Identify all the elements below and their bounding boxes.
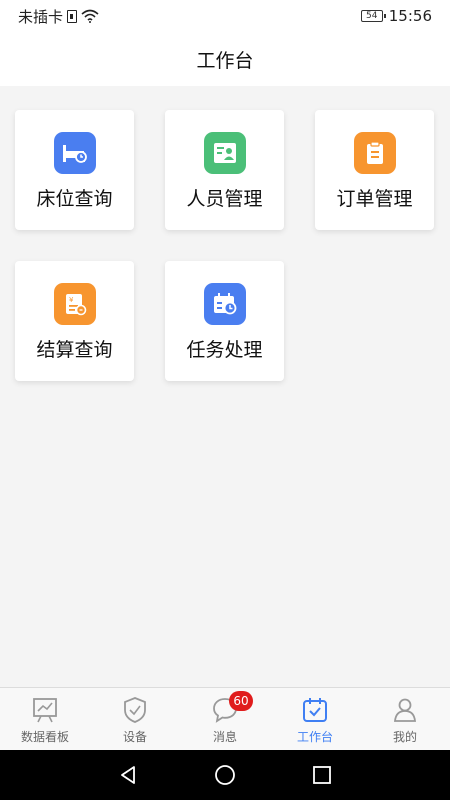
nav-item-workbench[interactable]: 工作台 — [270, 688, 360, 750]
home-icon[interactable] — [205, 755, 245, 795]
nav-item-devices[interactable]: 设备 — [90, 688, 180, 750]
wifi-icon — [81, 9, 99, 23]
unread-badge: 60 — [229, 691, 253, 711]
card-label: 人员管理 — [186, 188, 263, 210]
svg-text:¥: ¥ — [69, 296, 74, 304]
card-settlement-query[interactable]: ¥ 结算查询 — [15, 261, 134, 381]
nav-label: 设备 — [122, 730, 147, 744]
nav-label: 消息 — [212, 730, 237, 744]
user-icon — [390, 695, 420, 725]
clock: 15:56 — [388, 7, 432, 25]
nav-item-messages[interactable]: 60 消息 — [180, 688, 270, 750]
status-bar: 未插卡 54 15:56 — [0, 0, 450, 32]
bed-icon — [53, 132, 96, 174]
nav-label: 工作台 — [296, 730, 333, 744]
carrier-text: 未插卡 — [18, 7, 64, 26]
card-label: 订单管理 — [336, 188, 413, 210]
nav-label: 我的 — [392, 730, 417, 744]
nav-label: 数据看板 — [20, 730, 69, 744]
card-label: 结算查询 — [36, 339, 113, 361]
nav-item-profile[interactable]: 我的 — [360, 688, 450, 750]
bottom-nav: 数据看板 设备 60 消息 工作台 我的 — [0, 687, 450, 750]
person-card-icon — [203, 132, 246, 174]
nav-item-dashboard[interactable]: 数据看板 — [0, 688, 90, 750]
bill-icon: ¥ — [53, 283, 96, 325]
card-label: 任务处理 — [186, 339, 263, 361]
sim-card-icon — [67, 9, 78, 23]
status-left: 未插卡 — [18, 6, 99, 27]
status-right: 54 15:56 — [360, 7, 432, 25]
card-task-processing[interactable]: 任务处理 — [165, 261, 284, 381]
battery-icon: 54 — [360, 10, 386, 22]
header: 工作台 — [0, 32, 450, 86]
battery-level: 54 — [366, 11, 378, 21]
calendar-check-icon — [300, 695, 330, 725]
back-icon[interactable] — [108, 755, 148, 795]
recents-icon[interactable] — [302, 755, 342, 795]
card-order-management[interactable]: 订单管理 — [315, 110, 434, 230]
page-title: 工作台 — [196, 49, 254, 72]
shield-check-icon — [120, 695, 150, 725]
calendar-clock-icon — [203, 283, 246, 325]
card-label: 床位查询 — [36, 188, 113, 210]
card-staff-management[interactable]: 人员管理 — [165, 110, 284, 230]
card-bed-query[interactable]: 床位查询 — [15, 110, 134, 230]
chart-board-icon — [30, 695, 60, 725]
clipboard-icon — [353, 132, 396, 174]
system-nav-bar — [0, 750, 450, 800]
